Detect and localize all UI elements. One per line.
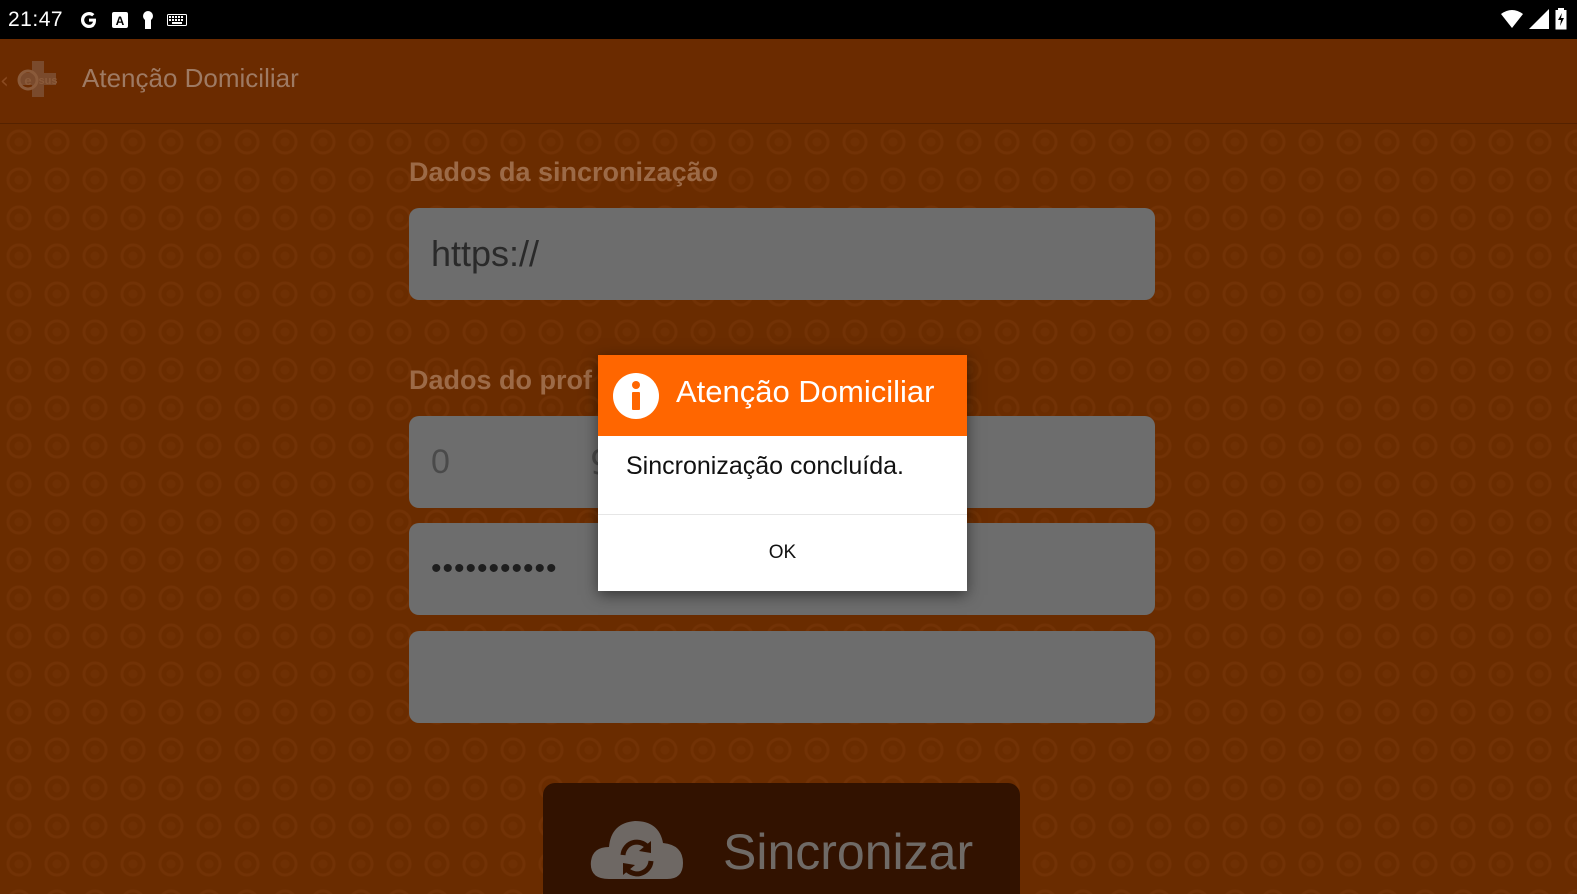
- status-time: 21:47: [8, 7, 64, 31]
- app-title: Atenção Domiciliar: [82, 63, 299, 93]
- google-icon: [79, 10, 99, 30]
- dialog-header: Atenção Domiciliar: [598, 355, 967, 436]
- keyboard-a-icon: A: [111, 11, 129, 29]
- alert-dialog: Atenção Domiciliar Sincronização concluí…: [598, 355, 967, 591]
- svg-text:sus: sus: [39, 75, 58, 87]
- wifi-icon: [1501, 9, 1523, 33]
- keyhole-icon: [141, 10, 155, 30]
- password-value: •••••••••••: [431, 552, 558, 585]
- esus-logo: e sus: [17, 61, 58, 97]
- sync-section-label: Dados da sincronização: [409, 157, 719, 187]
- dialog-title: Atenção Domiciliar: [676, 374, 935, 409]
- battery-icon: [1555, 8, 1567, 34]
- ok-button[interactable]: OK: [598, 515, 967, 591]
- signal-icon: [1529, 9, 1549, 33]
- server-url-input[interactable]: https://: [409, 208, 1155, 300]
- app-bar: ‹ e sus Atenção Domiciliar: [0, 39, 1577, 124]
- dialog-message: Sincronização concluída.: [626, 452, 904, 480]
- svg-text:e: e: [24, 73, 31, 88]
- username-value: 0: [431, 442, 450, 481]
- sync-button[interactable]: Sincronizar: [543, 783, 1020, 894]
- svg-text:A: A: [116, 14, 125, 28]
- keyboard-icon: [167, 13, 188, 26]
- empty-input[interactable]: [409, 631, 1155, 723]
- professional-section-label: Dados do prof: [409, 365, 592, 395]
- info-icon: [613, 373, 659, 419]
- cloud-sync-icon: [590, 821, 683, 879]
- status-bar: 21:47 A: [0, 0, 1577, 39]
- status-right-icons: [1501, 8, 1567, 34]
- status-left-icons: A: [79, 10, 188, 30]
- server-url-value: https://: [431, 233, 540, 274]
- back-arrow-icon[interactable]: ‹: [0, 69, 9, 94]
- sync-button-label: Sincronizar: [723, 824, 974, 880]
